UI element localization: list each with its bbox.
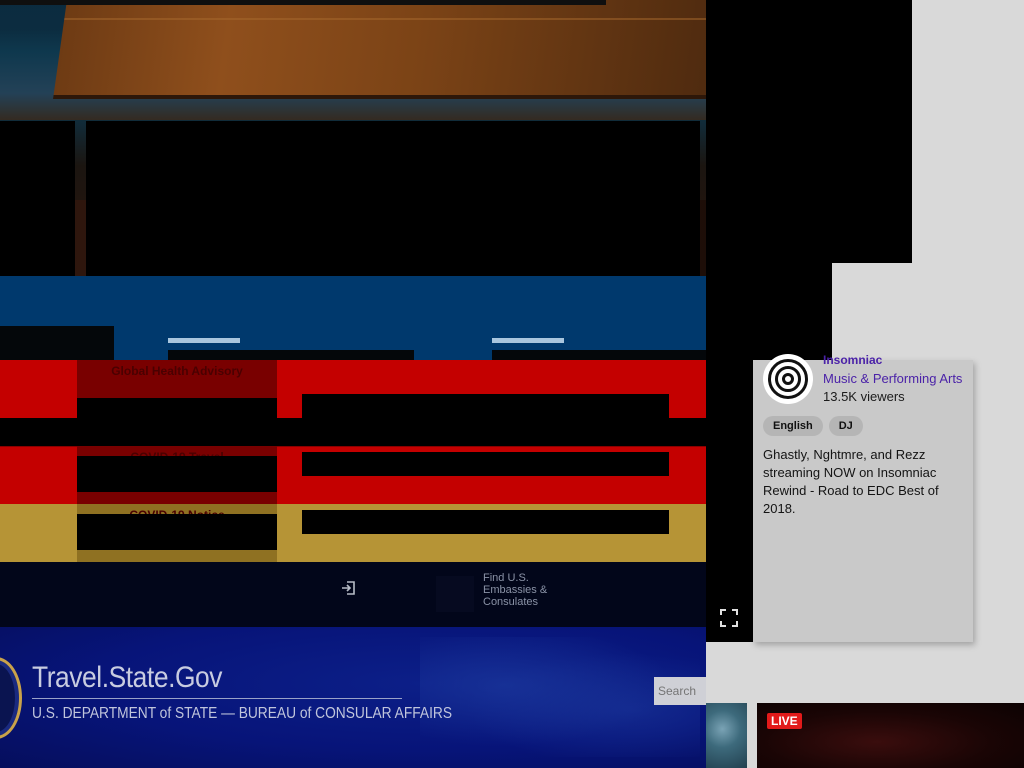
sign-in-icon[interactable] [340,580,358,598]
travel-state-gov-page: Global Health Advisory COVID-19 Travel C… [0,0,706,768]
hero-overlay-block-left [0,121,75,276]
site-title[interactable]: Travel.State.Gov [32,661,223,695]
site-header-banner: Travel.State.Gov U.S. DEPARTMENT of STAT… [0,627,706,768]
hero-cliff [53,0,706,99]
alert-label-3: COVID-19 Notice [77,504,277,562]
stream-tags: English DJ [763,416,863,436]
hero-banner [0,0,706,276]
tag-dj[interactable]: DJ [828,416,863,436]
video-overlay-mid [706,263,832,360]
alert-bar-2[interactable] [302,452,669,476]
alert-label-text-1: Global Health Advisory [111,364,243,378]
alert-label-1: Global Health Advisory [77,360,277,434]
title-divider [32,698,402,699]
hero-overlay-block-main [86,121,700,276]
find-embassies-link[interactable]: Find U.S. Embassies & Consulates [483,572,573,608]
alert-bar-3[interactable] [302,510,669,534]
find-embassies-line-2: Embassies & [483,584,548,596]
embassy-icon[interactable] [436,576,474,612]
stream-thumbnail-2[interactable]: LIVE [757,703,1024,768]
tab-band-shadow-right [492,350,706,360]
alert-row-3[interactable]: COVID-19 Notice [0,504,706,562]
search-input[interactable] [654,677,706,705]
stream-thumbnail-1[interactable] [706,703,747,768]
fullscreen-icon[interactable] [720,609,738,627]
tab-band [0,276,706,360]
alert-label-2: COVID-19 Travel [77,446,277,504]
alert-label-mask-3 [77,514,277,550]
hero-top-strip [0,0,606,5]
tab-band-shadow-left [0,326,114,360]
live-badge: LIVE [767,713,802,729]
alert-label-mask-2 [77,456,277,492]
alert-label-mask-1 [77,398,277,434]
tab-band-shadow-mid [168,350,414,360]
department-seal-icon [0,657,22,739]
channel-avatar[interactable] [763,354,813,404]
stream-category[interactable]: Music & Performing Arts [823,371,962,386]
stream-info-card: Insomniac Music & Performing Arts 13.5K … [753,353,973,642]
video-overlay-top [706,0,912,263]
alert-row-2[interactable]: COVID-19 Travel [0,446,706,504]
tag-english[interactable]: English [763,416,823,436]
find-embassies-line-1: Find U.S. [483,572,529,584]
alert-row-1[interactable]: Global Health Advisory [0,360,706,434]
channel-name[interactable]: Insomniac [823,353,882,367]
tab-indicator-1[interactable] [168,338,240,343]
tab-indicator-2[interactable] [492,338,564,343]
find-embassies-line-3: Consulates [483,596,539,608]
video-player-edge[interactable] [706,360,753,642]
stream-panel: Insomniac Music & Performing Arts 13.5K … [706,0,1024,768]
site-subtitle: U.S. DEPARTMENT of STATE — BUREAU of CON… [32,705,453,722]
viewer-count: 13.5K viewers [823,389,905,404]
stream-description: Ghastly, Nghtmre, and Rezz streaming NOW… [763,447,939,516]
utility-nav: Find U.S. Embassies & Consulates [0,562,706,627]
alert-bar-1[interactable] [302,394,669,418]
